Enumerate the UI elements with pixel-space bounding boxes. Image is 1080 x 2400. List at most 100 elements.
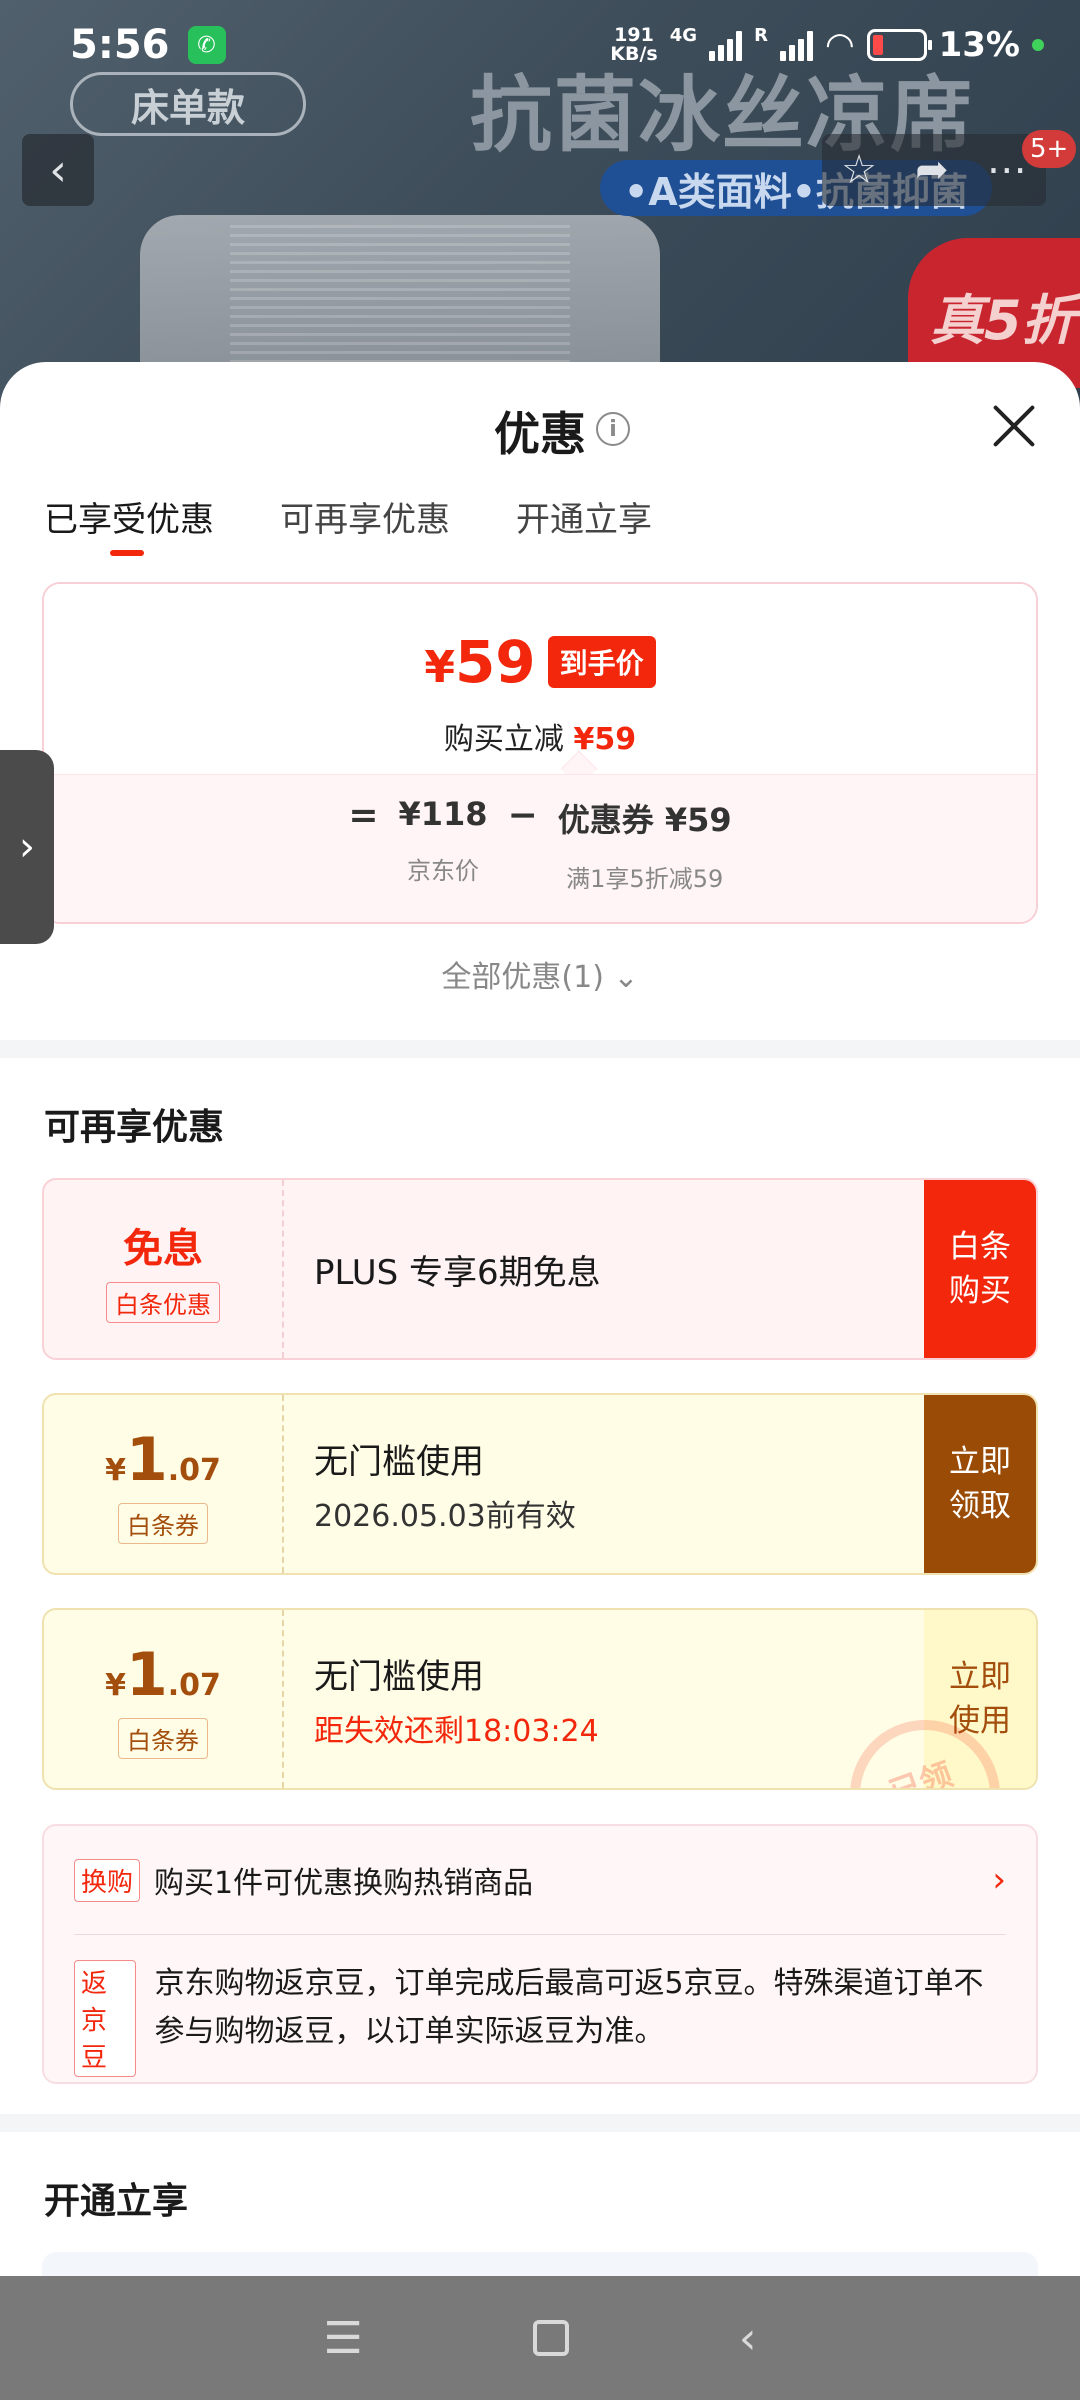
bean-tag: 返京豆: [74, 1960, 137, 2077]
discount-tabs: 已享受优惠 可再享优惠 开通立享: [44, 492, 652, 556]
claim-now-button[interactable]: 立即领取: [924, 1395, 1036, 1573]
section-title-open: 开通立享: [44, 2181, 189, 2222]
network-type: 4G: [669, 25, 698, 46]
coupon-card-baitiao-2: ¥1.07 白条券 无门槛使用 距失效还剩18:03:24 立即使用 已领: [42, 1608, 1038, 1790]
coupon-value: 优惠券 ¥59: [557, 801, 732, 839]
coupon-left: ¥1.07 白条券: [44, 1610, 284, 1788]
net-speed-unit: KB/s: [610, 43, 658, 65]
final-price-value: 59: [454, 628, 536, 696]
coupon-tag: 白条券: [118, 1717, 208, 1759]
signal-icon-2: [779, 29, 813, 61]
coupon-tag: 白条券: [118, 1502, 208, 1544]
base-price-label: 京东价: [407, 857, 480, 885]
sheet-title: 优惠: [494, 407, 586, 461]
final-price: ¥59: [424, 628, 535, 696]
side-expand-handle[interactable]: ›: [0, 750, 54, 944]
chevron-right-icon: ›: [992, 1860, 1006, 1900]
roaming-label: R: [754, 25, 768, 46]
base-price-value: ¥118: [398, 795, 488, 833]
top-actions: ☆ ➦ ⋯: [822, 134, 1046, 206]
menu-icon[interactable]: ☰: [323, 2313, 362, 2364]
formula-coupon: 优惠券 ¥59 满1享5折减59: [558, 795, 732, 894]
coupon-middle: PLUS 专享6期免息: [284, 1180, 924, 1358]
signal-icon: [709, 29, 743, 61]
extra-benefits: 换购 购买1件可优惠换购热销商品 › 返京豆 京东购物返京豆，订单完成后最高可返…: [42, 1824, 1038, 2084]
reduce-label: 购买立减: [443, 722, 564, 757]
equals-sign: =: [348, 795, 379, 836]
coupon-amount-dec: .07: [167, 1452, 221, 1488]
final-price-row: ¥59 到手价: [44, 628, 1036, 696]
final-price-tag: 到手价: [547, 636, 656, 688]
coupon-main-label: 免息: [123, 1225, 203, 1272]
home-icon[interactable]: [532, 2320, 569, 2356]
formula-minus: −: [508, 795, 538, 894]
battery-icon: [866, 29, 932, 61]
coupon-label: 满1享5折减59: [566, 865, 724, 893]
coupon-amount-int: 1: [125, 1639, 168, 1710]
swap-tag: 换购: [74, 1858, 141, 1902]
system-nav-bar: ☰ ‹: [0, 2276, 1080, 2400]
wifi-icon: ◠: [824, 25, 855, 65]
coupon-card-baitiao-1: ¥1.07 白条券 无门槛使用 2026.05.03前有效 立即领取: [42, 1393, 1038, 1575]
reduce-value: ¥59: [573, 722, 637, 757]
coupon-middle: 无门槛使用 距失效还剩18:03:24: [284, 1610, 924, 1788]
coupon-amount: ¥1.07: [105, 1425, 221, 1495]
membership-card-peek: [42, 2252, 1038, 2276]
price-currency: ¥: [424, 642, 455, 693]
chevron-left-icon: ‹: [49, 144, 67, 196]
message-badge: 5+: [1022, 130, 1077, 168]
tab-enjoyed[interactable]: 已享受优惠: [44, 492, 214, 556]
privacy-dot: [1032, 39, 1044, 51]
back-icon[interactable]: ‹: [739, 2313, 757, 2364]
swap-row[interactable]: 换购 购买1件可优惠换购热销商品 ›: [74, 1858, 1006, 1902]
all-discounts-link[interactable]: 全部优惠(1) ⌄: [0, 952, 1080, 996]
sheet-header: 优惠 i: [0, 362, 1080, 492]
bean-row: 返京豆 京东购物返京豆，订单完成后最高可返5京豆。特殊渠道订单不参与购物返豆，以…: [74, 1960, 986, 2077]
coupon-left: 免息 白条优惠: [44, 1180, 284, 1358]
more-icon[interactable]: ⋯: [987, 147, 1027, 193]
coupon-amount-int: 1: [125, 1424, 168, 1495]
discount-sheet: 优惠 i 已享受优惠 可再享优惠 开通立享 ¥59 到手价 购买立减 ¥59 =…: [0, 362, 1080, 2276]
row-divider: [74, 1934, 1006, 1935]
coupon-middle: 无门槛使用 2026.05.03前有效: [284, 1395, 924, 1573]
coupon-countdown: 距失效还剩18:03:24: [314, 1713, 599, 1749]
coupon-amount: ¥1.07: [105, 1640, 221, 1710]
star-icon[interactable]: ☆: [841, 147, 877, 193]
coupon-currency: ¥: [105, 1667, 126, 1703]
swap-text: 购买1件可优惠换购热销商品: [154, 1866, 534, 1901]
share-icon[interactable]: ➦: [915, 147, 949, 193]
coupon-tag: 白条优惠: [106, 1281, 220, 1323]
formula-base: ¥118 京东价: [398, 795, 487, 894]
formula-eq: =: [348, 795, 378, 894]
status-time: 5:56: [70, 22, 170, 68]
coupon-title: 无门槛使用: [314, 1656, 484, 1697]
baitiao-buy-button[interactable]: 白条购买: [924, 1180, 1036, 1358]
close-icon[interactable]: [990, 402, 1038, 450]
wechat-icon: ✆: [187, 26, 226, 64]
bean-text: 京东购物返京豆，订单完成后最高可返5京豆。特殊渠道订单不参与购物返豆，以订单实际…: [154, 1966, 984, 2049]
coupon-currency: ¥: [105, 1452, 126, 1488]
info-icon[interactable]: i: [596, 412, 630, 446]
coupon-amount-dec: .07: [167, 1667, 221, 1703]
status-bar: 5:56 ✆ 191 KB/s 4G R ◠ 13%: [0, 0, 1080, 90]
section-divider: [0, 1040, 1080, 1058]
status-right: 191 KB/s 4G R ◠ 13%: [610, 25, 1044, 65]
net-speed: 191 KB/s: [610, 26, 657, 64]
tab-open[interactable]: 开通立享: [516, 492, 652, 552]
coupon-left: ¥1.07 白条券: [44, 1395, 284, 1573]
formula-row: = ¥118 京东价 − 优惠券 ¥59 满1享5折减59: [44, 795, 1036, 894]
price-formula: = ¥118 京东价 − 优惠券 ¥59 满1享5折减59: [44, 774, 1036, 922]
minus-sign: −: [507, 795, 538, 836]
coupon-title: PLUS 专享6期免息: [314, 1252, 601, 1293]
price-breakdown: ¥59 到手价 购买立减 ¥59 = ¥118 京东价 − 优惠券 ¥59 满1…: [42, 582, 1038, 924]
back-button[interactable]: ‹: [22, 134, 94, 206]
buy-reduce: 购买立减 ¥59: [44, 714, 1036, 758]
battery-percent: 13%: [938, 25, 1020, 65]
coupon-card-interest-free: 免息 白条优惠 PLUS 专享6期免息 白条购买: [42, 1178, 1038, 1360]
section-title-more: 可再享优惠: [44, 1107, 225, 1148]
chevron-right-icon: ›: [19, 824, 35, 870]
tab-more[interactable]: 可再享优惠: [280, 492, 450, 552]
section-divider-2: [0, 2114, 1080, 2132]
price-summary: ¥59 到手价 购买立减 ¥59: [44, 584, 1036, 774]
coupon-validity: 2026.05.03前有效: [314, 1498, 576, 1534]
